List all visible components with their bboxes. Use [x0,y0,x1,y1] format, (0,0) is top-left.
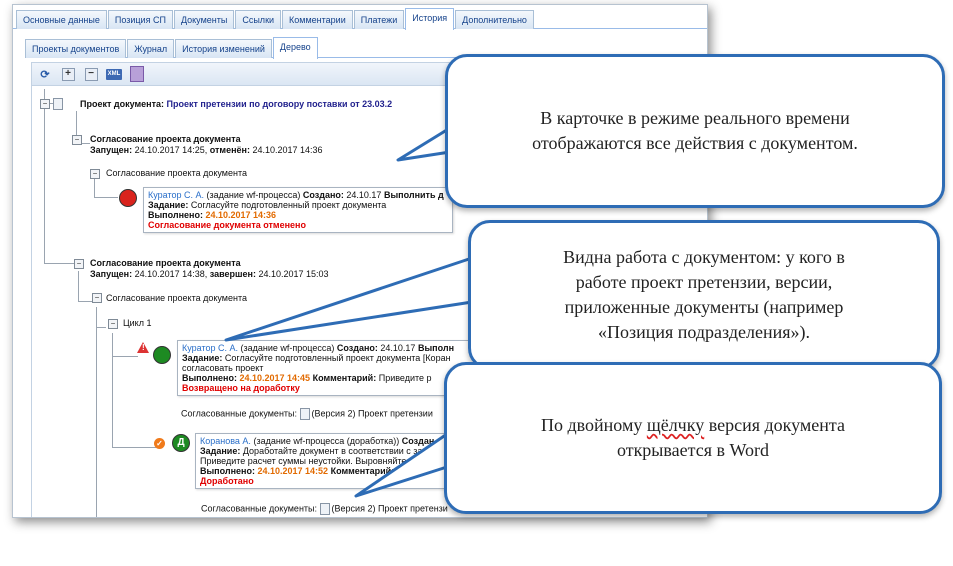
callout-tail [396,126,452,162]
callout-text: В карточке в режиме реального времени от… [532,108,858,153]
callout-text: По двойному щёлчку версия документа откр… [541,413,845,463]
callout-text: Видна работа с документом: у кого в рабо… [563,247,845,342]
spellcheck-word: щёлчку [646,415,705,435]
callout-tail [354,430,452,498]
callout-text-part: По двойному [540,415,647,435]
callout-doubleclick: По двойному щёлчку версия документа откр… [444,362,942,514]
callout-realtime: В карточке в режиме реального времени от… [445,54,945,208]
callout-tail [224,256,474,342]
callout-work: Видна работа с документом: у кого в рабо… [468,220,940,370]
